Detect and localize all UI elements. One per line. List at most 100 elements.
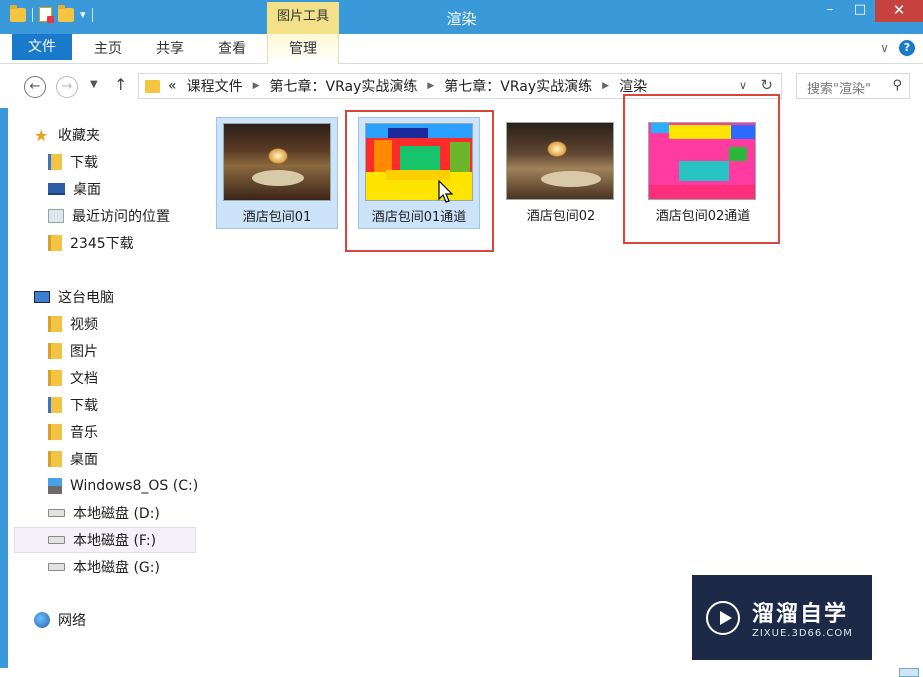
- picture-tools-context-tab: 图片工具: [267, 2, 339, 34]
- breadcrumb-overflow[interactable]: «: [168, 78, 177, 94]
- navigation-pane: ★ 收藏夹 下载 桌面 最近访问的位置 2345下载 这台电脑 视频 图片 文档…: [14, 108, 198, 668]
- videos-folder-icon: [48, 316, 62, 332]
- nav-label: 2345下载: [70, 236, 134, 252]
- star-icon: ★: [34, 125, 49, 145]
- breadcrumb-item[interactable]: 第七章：VRay实战演练: [444, 76, 592, 96]
- search-input[interactable]: 搜索"渲染" ⚲: [796, 73, 910, 99]
- up-button[interactable]: ↑: [114, 75, 127, 94]
- watermark-subtitle: ZIXUE.3D66.COM: [752, 628, 853, 639]
- quick-access-toolbar: ▾: [10, 4, 93, 23]
- properties-icon[interactable]: [39, 7, 54, 23]
- tab-manage[interactable]: 管理: [267, 34, 339, 64]
- chandelier-shape: [268, 148, 288, 164]
- folder-icon[interactable]: [10, 4, 26, 22]
- nav-item-desktop-pc[interactable]: 桌面: [48, 446, 230, 472]
- nav-network[interactable]: 网络: [34, 607, 216, 633]
- close-button[interactable]: ✕: [875, 0, 923, 22]
- breadcrumb-item[interactable]: 课程文件: [187, 76, 243, 96]
- nav-label: 视频: [70, 317, 98, 333]
- nav-item-drive-f[interactable]: 本地磁盘 (F:): [14, 527, 196, 553]
- new-folder-icon[interactable]: [58, 4, 74, 22]
- watermark-title: 溜溜自学: [752, 602, 849, 627]
- tab-home[interactable]: 主页: [86, 34, 130, 64]
- breadcrumb-arrow-icon[interactable]: ▶: [253, 81, 260, 91]
- large-icons-view-icon[interactable]: [899, 668, 919, 677]
- breadcrumb-item[interactable]: 第七章：VRay实战演练: [270, 76, 418, 96]
- status-bar: [0, 668, 923, 677]
- nav-item-drive-d[interactable]: 本地磁盘 (D:): [48, 500, 230, 526]
- mouse-cursor-icon: [438, 180, 454, 203]
- window-title: 渲染: [446, 10, 477, 28]
- forward-button[interactable]: →: [56, 76, 78, 98]
- nav-item-documents[interactable]: 文档: [48, 365, 230, 391]
- nav-label: 桌面: [73, 182, 101, 198]
- breadcrumb-arrow-icon[interactable]: ▶: [602, 81, 609, 91]
- computer-icon: [34, 291, 50, 303]
- window-controls: – □ ✕: [815, 0, 923, 22]
- refresh-icon[interactable]: ↻: [760, 76, 773, 94]
- nav-item-downloads-pc[interactable]: 下载: [48, 392, 230, 418]
- nav-label: 本地磁盘 (F:): [73, 533, 157, 549]
- toolbar-separator: [32, 7, 33, 22]
- file-item[interactable]: 酒店包间01: [216, 117, 338, 229]
- watermark-logo: 溜溜自学 ZIXUE.3D66.COM: [692, 575, 872, 660]
- file-name: 酒店包间01: [242, 210, 312, 225]
- play-logo-icon: [706, 600, 740, 635]
- highlight-box: [345, 110, 494, 252]
- nav-item-2345-downloads[interactable]: 2345下载: [48, 230, 230, 256]
- tab-file[interactable]: 文件: [12, 34, 72, 60]
- nav-item-pictures[interactable]: 图片: [48, 338, 230, 364]
- ribbon-right-controls: ∨ ?: [880, 40, 915, 56]
- nav-label: 图片: [70, 344, 98, 360]
- minimize-button[interactable]: –: [815, 0, 845, 22]
- watermark-text: 溜溜自学 ZIXUE.3D66.COM: [752, 596, 853, 639]
- music-folder-icon: [48, 424, 62, 440]
- title-bar: ▾ 图片工具 渲染 – □ ✕: [0, 0, 923, 34]
- folder-icon: [48, 235, 62, 251]
- drive-icon: [48, 509, 65, 517]
- nav-item-downloads[interactable]: 下载: [48, 149, 230, 175]
- nav-item-videos[interactable]: 视频: [48, 311, 230, 337]
- chandelier-shape: [547, 141, 567, 157]
- render-thumbnail: [223, 123, 331, 201]
- file-item[interactable]: 酒店包间02: [500, 117, 622, 229]
- drive-icon: [48, 563, 65, 571]
- nav-label: 收藏夹: [58, 128, 100, 144]
- nav-label: 文档: [70, 371, 98, 387]
- nav-label: 这台电脑: [58, 290, 114, 306]
- network-icon: [34, 612, 50, 628]
- highlight-box: [623, 94, 780, 244]
- nav-label: 最近访问的位置: [72, 209, 170, 225]
- back-button[interactable]: ←: [24, 76, 46, 98]
- nav-favorites[interactable]: ★ 收藏夹: [34, 122, 216, 148]
- file-name: 酒店包间02: [526, 209, 596, 224]
- drive-icon: [48, 536, 65, 544]
- tab-share[interactable]: 共享: [148, 34, 192, 64]
- downloads-folder-icon: [48, 397, 62, 413]
- downloads-folder-icon: [48, 154, 62, 170]
- os-drive-icon: [48, 478, 62, 494]
- nav-item-music[interactable]: 音乐: [48, 419, 230, 445]
- search-placeholder: 搜索"渲染": [807, 82, 871, 97]
- toolbar-separator: [91, 7, 93, 22]
- tab-view[interactable]: 查看: [210, 34, 254, 64]
- nav-item-drive-c[interactable]: Windows8_OS (C:): [48, 473, 230, 499]
- help-icon[interactable]: ?: [899, 40, 915, 56]
- nav-item-drive-g[interactable]: 本地磁盘 (G:): [48, 554, 230, 580]
- nav-item-desktop[interactable]: 桌面: [48, 176, 230, 202]
- customize-toolbar-chevron-icon[interactable]: ▾: [80, 8, 86, 21]
- expand-ribbon-chevron-icon[interactable]: ∨: [880, 41, 889, 55]
- nav-item-recent-places[interactable]: 最近访问的位置: [48, 203, 230, 229]
- maximize-button[interactable]: □: [845, 0, 875, 22]
- breadcrumb-arrow-icon[interactable]: ▶: [427, 81, 434, 91]
- nav-label: 下载: [70, 398, 98, 414]
- ribbon-tab-bar: 文件 主页 共享 查看 管理 ∨ ?: [0, 34, 923, 64]
- address-row: ← → ▼ ↑ « 课程文件 ▶ 第七章：VRay实战演练 ▶ 第七章：VRay…: [0, 64, 923, 108]
- recent-locations-chevron-icon[interactable]: ▼: [90, 79, 98, 90]
- address-history-chevron-icon[interactable]: ∨: [739, 79, 747, 92]
- breadcrumb-item-current[interactable]: 渲染: [619, 76, 647, 96]
- pictures-folder-icon: [48, 343, 62, 359]
- render-thumbnail: [506, 122, 614, 200]
- nav-label: 桌面: [70, 452, 98, 468]
- nav-this-pc[interactable]: 这台电脑: [34, 284, 216, 310]
